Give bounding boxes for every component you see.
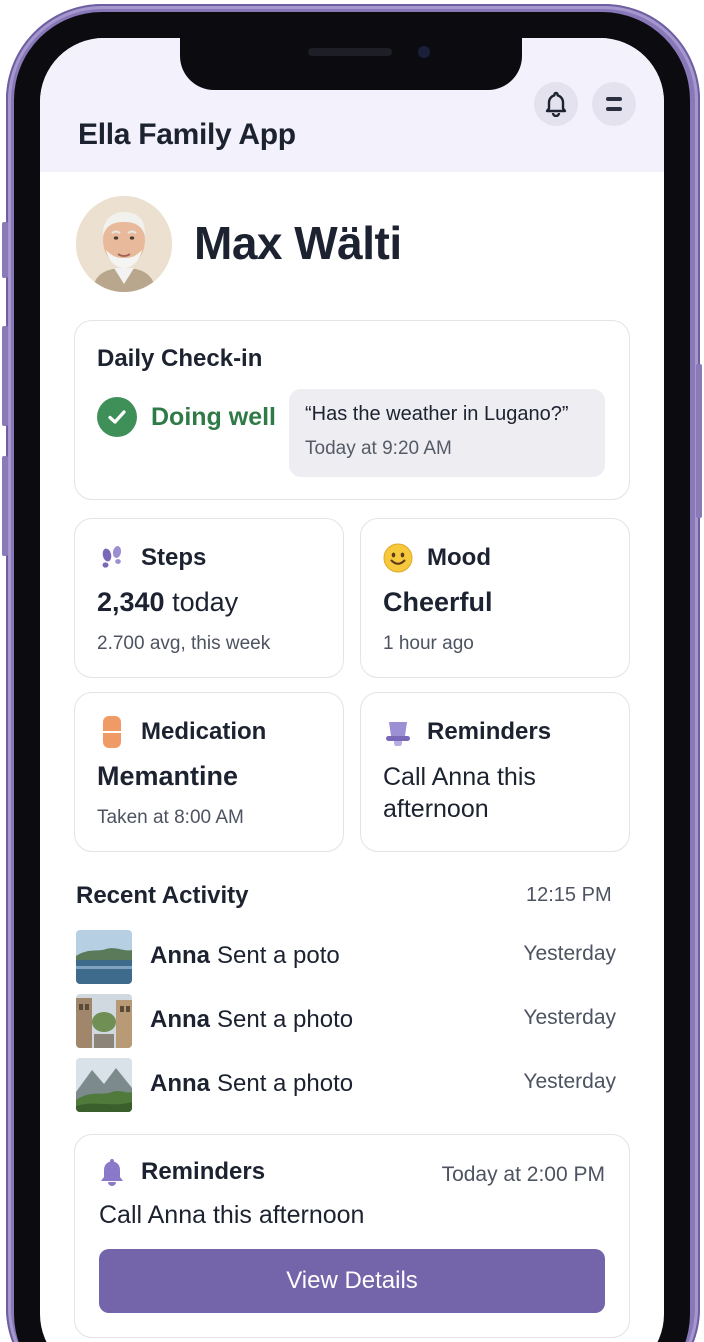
pill-icon bbox=[97, 716, 127, 748]
profile-name: Max Wälti bbox=[194, 217, 402, 269]
activity-sender: Anna bbox=[150, 942, 210, 969]
screen: Ella Family App Max Wälti Daily Check-in… bbox=[40, 38, 664, 1342]
list-item[interactable]: Anna Sent a poto Yesterday bbox=[76, 930, 616, 984]
bell-icon bbox=[383, 717, 413, 747]
reminders-card[interactable]: Reminders Call Anna this afternoon bbox=[360, 692, 630, 852]
lake-photo-thumbnail bbox=[76, 930, 132, 984]
mood-value: Cheerful bbox=[383, 587, 493, 617]
activity-time: Yesterday bbox=[523, 1070, 616, 1093]
side-button bbox=[2, 456, 8, 556]
check-circle-icon bbox=[97, 397, 137, 437]
side-button bbox=[696, 364, 702, 518]
medication-title: Medication bbox=[141, 718, 267, 745]
mood-title: Mood bbox=[427, 544, 491, 571]
activity-time: Yesterday bbox=[523, 942, 616, 965]
reminders-tile-title: Reminders bbox=[427, 718, 552, 745]
activity-sender: Anna bbox=[150, 1070, 210, 1097]
steps-average: 2.700 avg, this week bbox=[97, 633, 271, 654]
quote-time: Today at 9:20 AM bbox=[305, 438, 452, 459]
steps-card[interactable]: Steps 2,340 today 2.700 avg, this week bbox=[74, 518, 344, 678]
medication-name: Memantine bbox=[97, 761, 239, 791]
mood-time: 1 hour ago bbox=[383, 633, 474, 654]
list-item[interactable]: Anna Sent a photo Yesterday bbox=[76, 1058, 616, 1112]
checkin-title: Daily Check-in bbox=[97, 345, 263, 372]
menu-button[interactable] bbox=[592, 82, 636, 126]
checkin-status: Doing well bbox=[97, 397, 276, 437]
bell-icon bbox=[97, 1157, 127, 1187]
status-text: Doing well bbox=[151, 402, 276, 431]
activity-action: Sent a photo bbox=[217, 1006, 354, 1033]
menu-icon bbox=[606, 97, 622, 111]
mountain-photo-thumbnail bbox=[76, 1058, 132, 1112]
footprints-icon bbox=[97, 543, 127, 573]
street-photo-thumbnail bbox=[76, 994, 132, 1048]
notch bbox=[180, 36, 522, 90]
reminder-time: Today at 2:00 PM bbox=[441, 1163, 605, 1186]
bell-icon bbox=[545, 91, 567, 117]
avatar[interactable] bbox=[76, 196, 172, 292]
app-title: Ella Family App bbox=[78, 118, 296, 151]
steps-title: Steps bbox=[141, 544, 207, 571]
medication-card[interactable]: Medication Memantine Taken at 8:00 AM bbox=[74, 692, 344, 852]
activity-time: Yesterday bbox=[523, 1006, 616, 1029]
elderly-man-avatar bbox=[76, 196, 172, 292]
smiley-icon bbox=[383, 543, 413, 573]
activity-sender: Anna bbox=[150, 1006, 210, 1033]
mood-card[interactable]: Mood Cheerful 1 hour ago bbox=[360, 518, 630, 678]
view-details-button[interactable]: View Details bbox=[99, 1249, 605, 1313]
activity-action: Sent a photo bbox=[217, 1070, 354, 1097]
reminder-card-title: Reminders bbox=[141, 1158, 266, 1185]
checkin-quote: “Has the weather in Lugano?” Today at 9:… bbox=[289, 389, 605, 477]
recent-activity-title: Recent Activity bbox=[76, 882, 249, 909]
medication-time: Taken at 8:00 AM bbox=[97, 807, 244, 828]
daily-checkin-card[interactable]: Daily Check-in Doing well “Has the weath… bbox=[74, 320, 630, 500]
reminder-text: Call Anna this afternoon bbox=[99, 1201, 365, 1229]
side-button bbox=[2, 326, 8, 426]
reminders-tile-text: Call Anna this afternoon bbox=[383, 763, 536, 823]
recent-activity-time: 12:15 PM bbox=[526, 884, 612, 906]
steps-count: 2,340 today bbox=[97, 587, 239, 617]
activity-action: Sent a poto bbox=[217, 942, 340, 969]
side-button bbox=[2, 222, 8, 278]
notifications-button[interactable] bbox=[534, 82, 578, 126]
reminder-detail-card: Reminders Today at 2:00 PM Call Anna thi… bbox=[74, 1134, 630, 1338]
list-item[interactable]: Anna Sent a photo Yesterday bbox=[76, 994, 616, 1048]
steps-unit: today bbox=[172, 587, 239, 617]
quote-text: “Has the weather in Lugano?” bbox=[305, 403, 569, 425]
